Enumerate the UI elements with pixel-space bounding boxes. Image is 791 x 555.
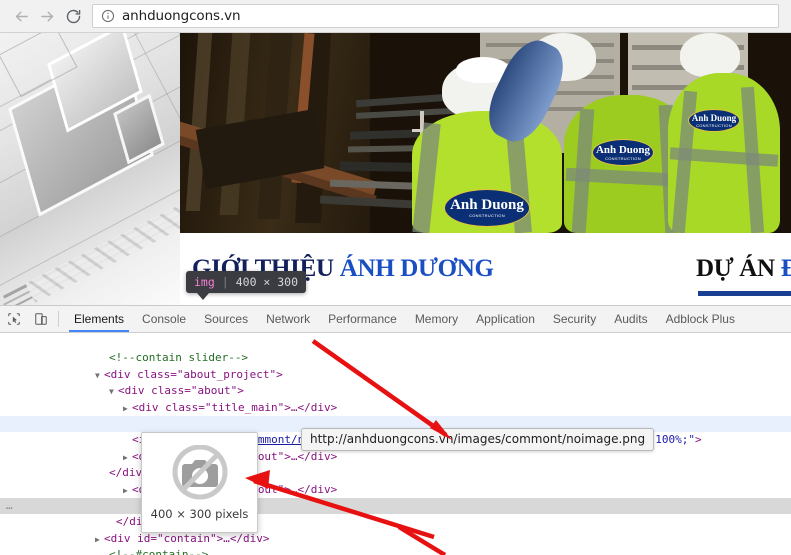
toolbar-divider [58,311,59,327]
url-text: anhduongcons.vn [122,8,241,24]
badge-tag-name: img [194,275,215,289]
tab-memory[interactable]: Memory [406,306,467,332]
tab-security[interactable]: Security [544,306,605,332]
dom-row[interactable]: ▼ <div class="about"> [0,367,791,397]
vest-logo-text: Anh Duong [450,197,524,213]
dom-row[interactable]: ▶<div class="meta_about">…</div> [0,465,791,496]
device-toolbar-icon [34,313,47,325]
inspector-element-badge: img | 400 × 300 [186,271,307,300]
blueprint-sidebar-image [0,33,180,305]
page-title-projects-part2: Đ [780,255,791,282]
image-preview-popup: 400 × 300 pixels [141,432,258,533]
image-dimensions-label: 400 × 300 pixels [150,506,249,521]
tab-console[interactable]: Console [133,306,195,332]
vest-logo-subtext: CONSTRUCTION [605,155,641,161]
reload-button[interactable] [60,3,86,29]
vest-logo-subtext: CONSTRUCTION [469,213,505,218]
badge-separator: | [221,275,229,289]
page-title-projects: DỰ ÁN Đ [696,255,791,283]
section-headings: GIỚI THIỆU ÁNH DƯƠNG DỰ ÁN Đ [180,233,791,305]
tab-performance[interactable]: Performance [319,306,406,332]
dom-row-selected[interactable]: …</div> == $0 [0,497,791,528]
inspect-cursor-icon [7,313,20,325]
vest-logo-text: Anh Duong [595,143,651,156]
row-overflow-dots[interactable]: … [6,498,14,514]
broken-image-glyph [172,444,227,499]
dom-row[interactable]: <p class="name">Giới thiệu chung</p> [0,400,791,430]
link-url-tooltip: http://anhduongcons.vn/images/commont/no… [301,428,655,451]
tab-adblock-plus[interactable]: Adblock Plus [657,306,744,332]
browser-toolbar: anhduongcons.vn [0,0,791,33]
screenshot-root: anhduongcons.vn Anh Duong CONSTRUCTION A… [0,0,791,555]
tab-audits[interactable]: Audits [605,306,656,332]
projects-underline [698,291,791,296]
tab-application[interactable]: Application [467,306,544,332]
dom-row[interactable]: ▶ <div id="contain">…</div> [0,514,791,545]
page-title-projects-part1: DỰ ÁN [696,255,781,282]
back-button[interactable] [8,3,34,29]
back-arrow-icon [15,11,28,21]
dom-row[interactable]: <!--#contain--> [0,531,791,555]
dom-row[interactable]: <!--contain slider--> [0,334,791,364]
page-viewport: Anh Duong CONSTRUCTION Anh Duong CONSTRU… [0,33,791,305]
dom-row[interactable]: <div class="about"> [0,482,791,512]
hero-banner-image: Anh Duong CONSTRUCTION Anh Duong CONSTRU… [180,33,791,233]
site-info-icon[interactable] [101,9,115,23]
forward-button[interactable] [34,3,60,29]
address-bar[interactable]: anhduongcons.vn [92,4,779,28]
tab-elements[interactable]: Elements [65,306,133,332]
dom-row[interactable]: <div class="clear"></div> [0,547,791,555]
forward-arrow-icon [40,11,53,21]
inspect-element-button[interactable] [0,306,27,332]
tab-sources[interactable]: Sources [195,306,257,332]
page-title-intro-part2: ÁNH DƯƠNG [339,255,494,282]
info-circle-glyph [101,9,115,23]
dom-row[interactable]: ▶ <div class="title_main">…</div> [0,383,791,414]
vest-logo-subtext: CONSTRUCTION [696,122,732,128]
dom-row[interactable]: </div> [0,449,791,479]
device-toolbar-button[interactable] [27,306,54,332]
reload-icon [66,9,80,23]
broken-image-icon [165,444,235,503]
tab-network[interactable]: Network [257,306,319,332]
badge-dimensions: 400 × 300 [235,275,299,289]
devtools-tabbar: Elements Console Sources Network Perform… [0,306,791,333]
dom-row[interactable]: ▼ <div class="about_project"> [0,350,791,381]
vest-logo-text: Anh Duong [691,112,737,123]
